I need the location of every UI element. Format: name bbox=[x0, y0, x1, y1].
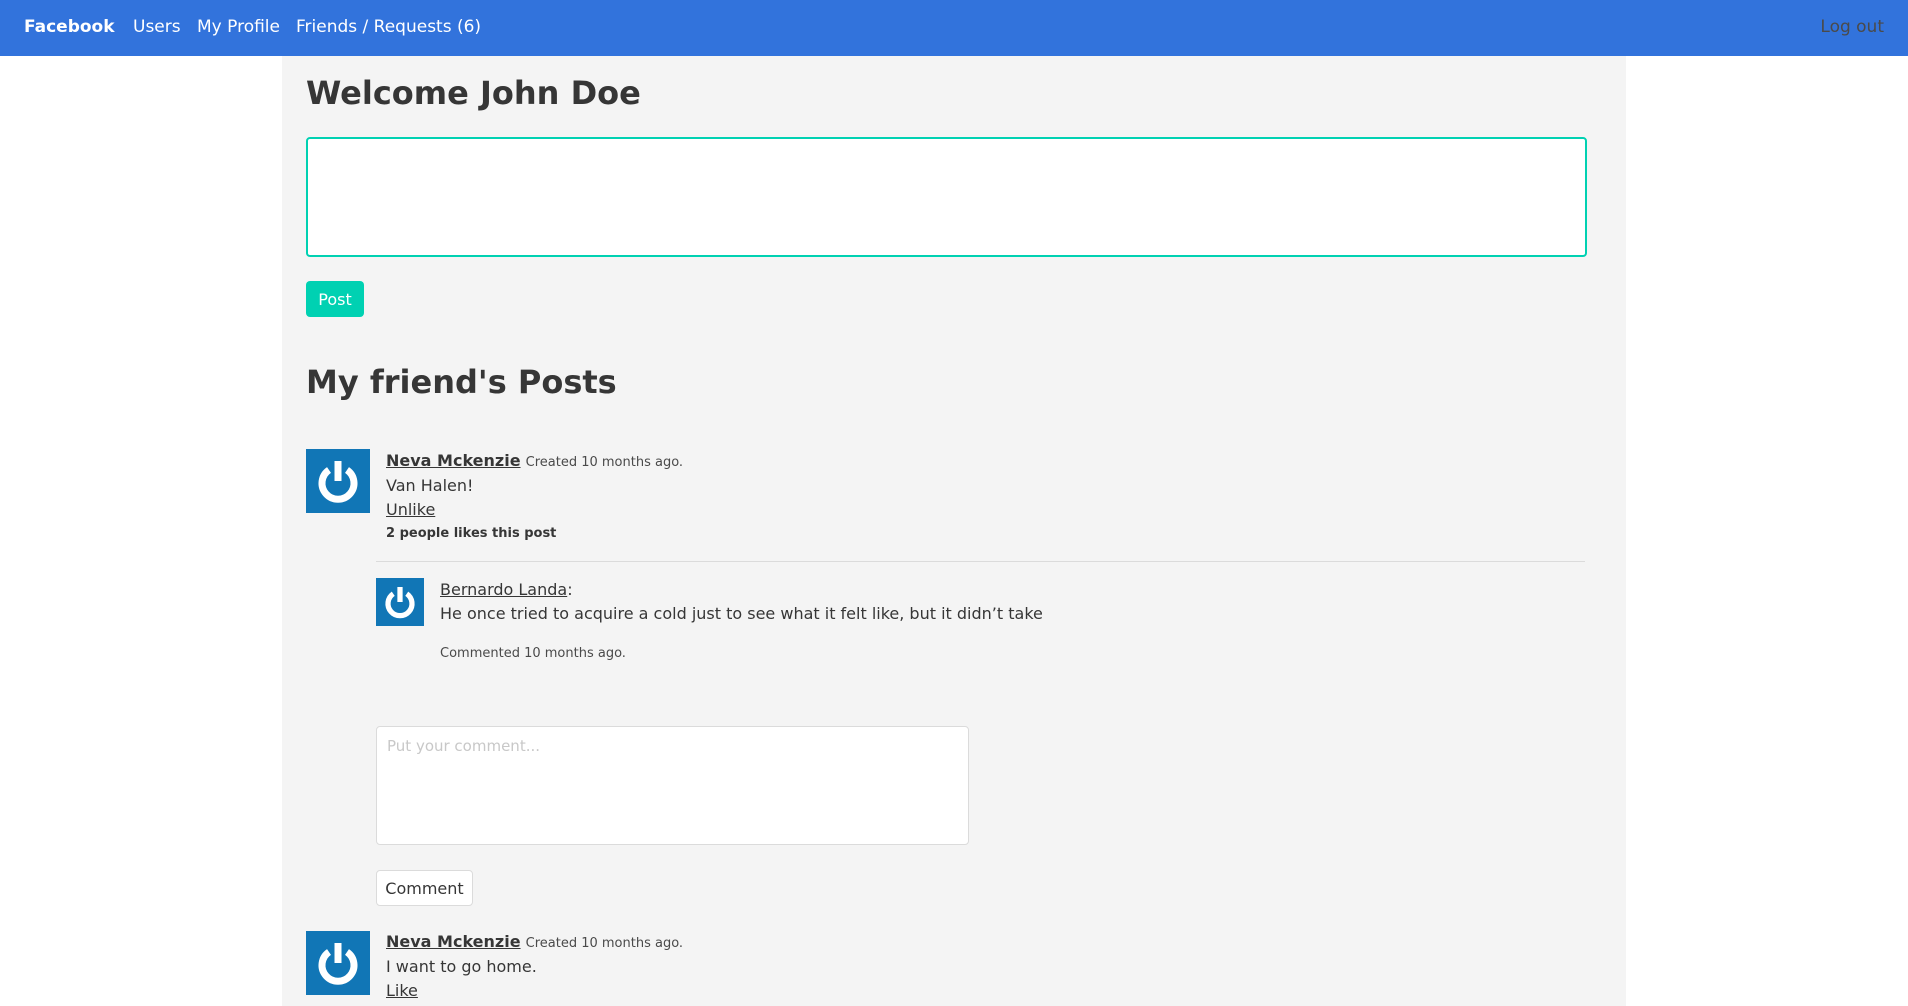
post-author-avatar[interactable] bbox=[306, 931, 370, 995]
nav-users-link[interactable]: Users bbox=[133, 17, 181, 37]
comment-input[interactable] bbox=[376, 726, 969, 845]
unlike-link[interactable]: Unlike bbox=[386, 500, 435, 519]
post-author-avatar[interactable] bbox=[306, 449, 370, 513]
post-header: Neva Mckenzie Created 10 months ago. bbox=[386, 932, 683, 951]
brand-link[interactable]: Facebook bbox=[24, 17, 115, 37]
likes-count: 2 people likes this post bbox=[386, 526, 557, 541]
comment-button[interactable]: Comment bbox=[376, 870, 473, 906]
power-icon bbox=[385, 587, 415, 619]
navbar: Facebook Users My Profile Friends / Requ… bbox=[0, 0, 1908, 56]
post-button[interactable]: Post bbox=[306, 281, 364, 317]
nav-friends-requests-link[interactable]: Friends / Requests (6) bbox=[296, 17, 481, 37]
power-icon bbox=[318, 943, 358, 985]
like-link[interactable]: Like bbox=[386, 981, 418, 1000]
post-text: I want to go home. bbox=[386, 957, 537, 976]
logout-link[interactable]: Log out bbox=[1820, 17, 1884, 37]
power-icon bbox=[318, 461, 358, 503]
post-header: Neva Mckenzie Created 10 months ago. bbox=[386, 451, 683, 470]
comment-header: Bernardo Landa: bbox=[440, 580, 573, 599]
comment-separator: : bbox=[567, 580, 573, 599]
post-created-time: Created 10 months ago. bbox=[525, 455, 684, 470]
nav-my-profile-link[interactable]: My Profile bbox=[197, 17, 280, 37]
friends-posts-heading: My friend's Posts bbox=[306, 363, 617, 401]
comment-author-link[interactable]: Bernardo Landa bbox=[440, 580, 567, 599]
comment-text: He once tried to acquire a cold just to … bbox=[440, 604, 1043, 623]
post-text: Van Halen! bbox=[386, 476, 474, 495]
post-author-link[interactable]: Neva Mckenzie bbox=[386, 451, 521, 470]
comment-author-avatar[interactable] bbox=[376, 578, 424, 626]
welcome-heading: Welcome John Doe bbox=[306, 74, 641, 112]
post-created-time: Created 10 months ago. bbox=[525, 936, 684, 951]
new-post-input[interactable] bbox=[306, 137, 1587, 257]
comments-divider bbox=[376, 561, 1585, 562]
post-author-link[interactable]: Neva Mckenzie bbox=[386, 932, 521, 951]
main-content: Welcome John Doe Post My friend's Posts … bbox=[282, 56, 1626, 1006]
comment-time: Commented 10 months ago. bbox=[440, 646, 626, 661]
